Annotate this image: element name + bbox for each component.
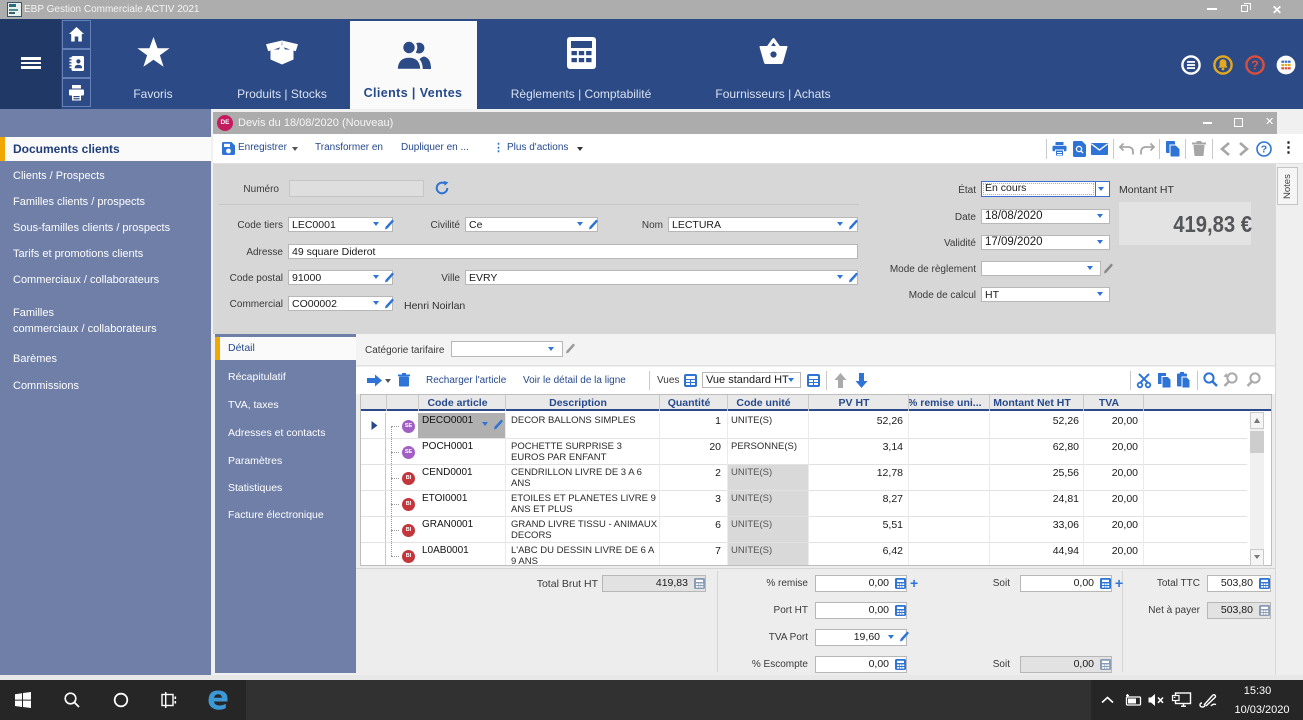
svg-text:?: ? xyxy=(1261,144,1267,156)
svg-text:?: ? xyxy=(1251,58,1259,72)
